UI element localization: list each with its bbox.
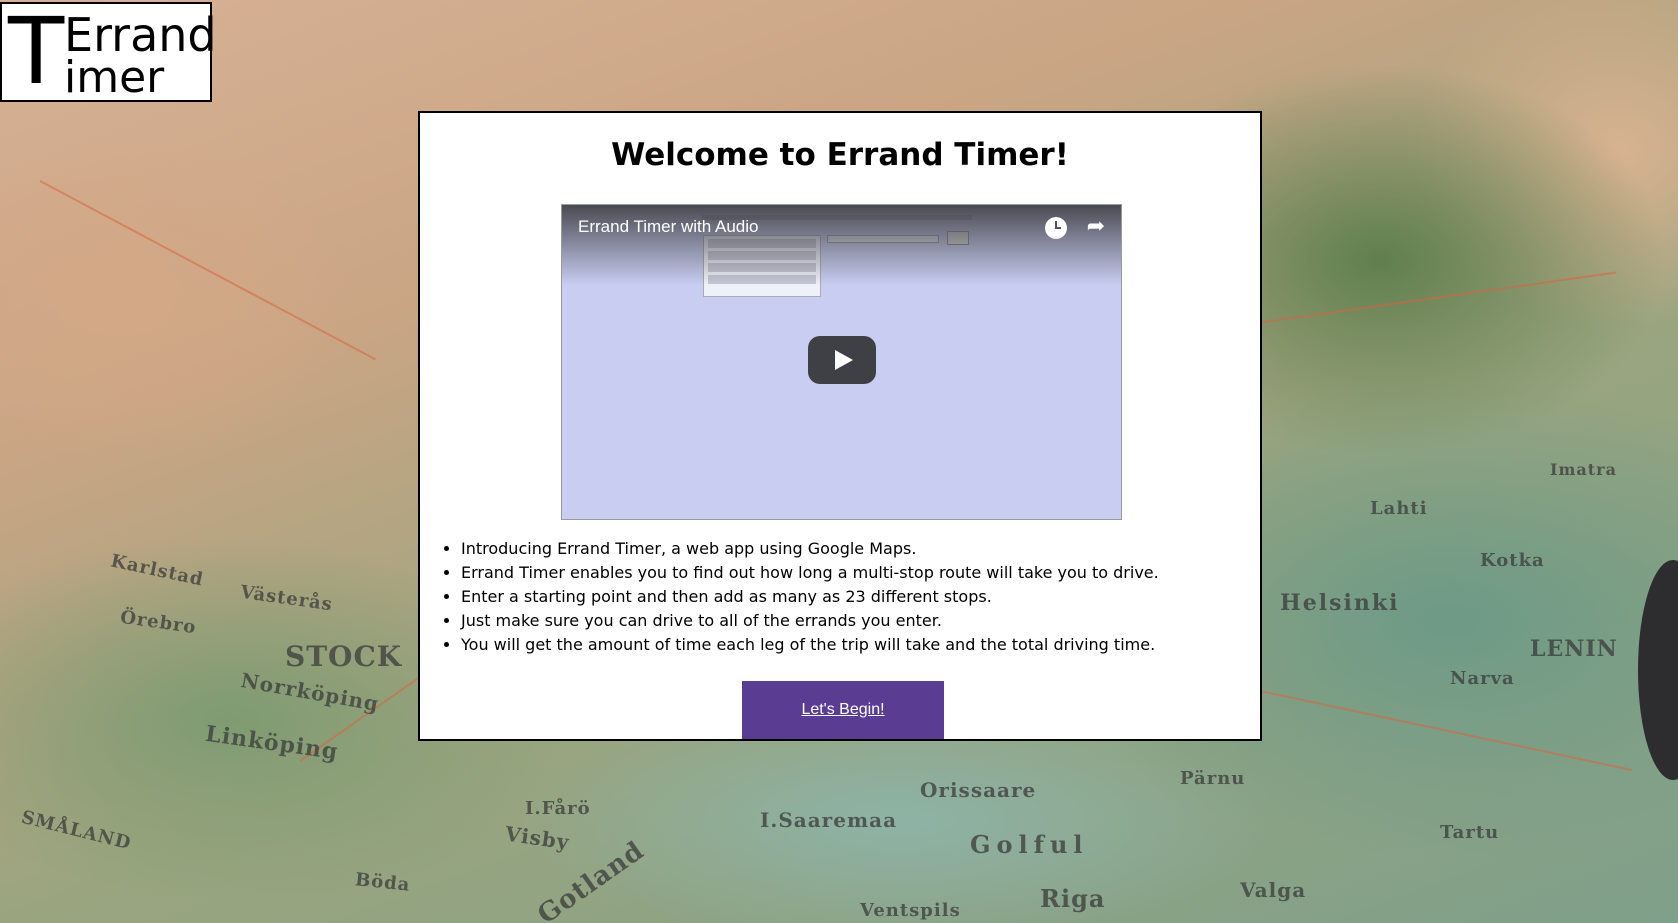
list-item: Just make sure you can drive to all of t… [461,609,1159,633]
map-label: Kotka [1480,550,1545,571]
map-label: Narva [1450,668,1515,689]
map-label: Örebro [118,606,198,639]
map-label: Imatra [1550,460,1617,479]
map-label: Böda [354,869,412,896]
map-label: Linköping [203,720,341,766]
welcome-panel: Welcome to Errand Timer! Errand Timer wi… [418,111,1262,741]
map-label: Västerås [238,581,335,616]
watch-later-icon[interactable] [1045,217,1067,239]
share-icon[interactable]: ➦ [1087,214,1105,239]
map-label: I.Saaremaa [760,808,898,832]
map-label: Visby [503,821,571,855]
dark-object [1638,560,1678,780]
map-label: Tartu [1440,822,1500,843]
lets-begin-button[interactable]: Let's Begin! [742,681,944,739]
list-item: Errand Timer enables you to find out how… [461,561,1159,585]
map-road [39,180,376,361]
map-label: Karlstad [108,550,206,591]
list-item: Introducing Errand Timer, a web app usin… [461,537,1159,561]
map-label: Valga [1240,878,1307,902]
play-button[interactable] [808,336,876,384]
map-road [1199,271,1617,332]
map-label: Riga [1040,884,1106,913]
map-label: Orissaare [920,778,1037,802]
map-label: LENIN [1530,636,1618,662]
logo-word-imer: imer [64,52,165,103]
list-item: Enter a starting point and then add as m… [461,585,1159,609]
map-label: Lahti [1370,498,1428,519]
video-title[interactable]: Errand Timer with Audio [578,217,758,237]
map-label: I.Fårö [525,798,591,819]
page-title: Welcome to Errand Timer! [611,137,1069,173]
map-road [1259,690,1632,771]
logo-letter-t: T [8,0,65,105]
list-item: You will get the amount of time each leg… [461,633,1159,657]
map-label: SMÅLAND [19,806,134,855]
video-player[interactable]: Errand Timer with Audio ➦ [561,204,1122,520]
map-label: Helsinki [1280,590,1400,616]
feature-list: Introducing Errand Timer, a web app usin… [439,537,1159,657]
map-label: Golful [970,830,1089,859]
app-logo[interactable]: T Errand imer [0,0,217,105]
map-label: Norrköping [238,668,382,716]
map-label: STOCK [285,640,403,673]
map-label: Ventspils [860,900,961,921]
map-label: Pärnu [1180,768,1246,789]
